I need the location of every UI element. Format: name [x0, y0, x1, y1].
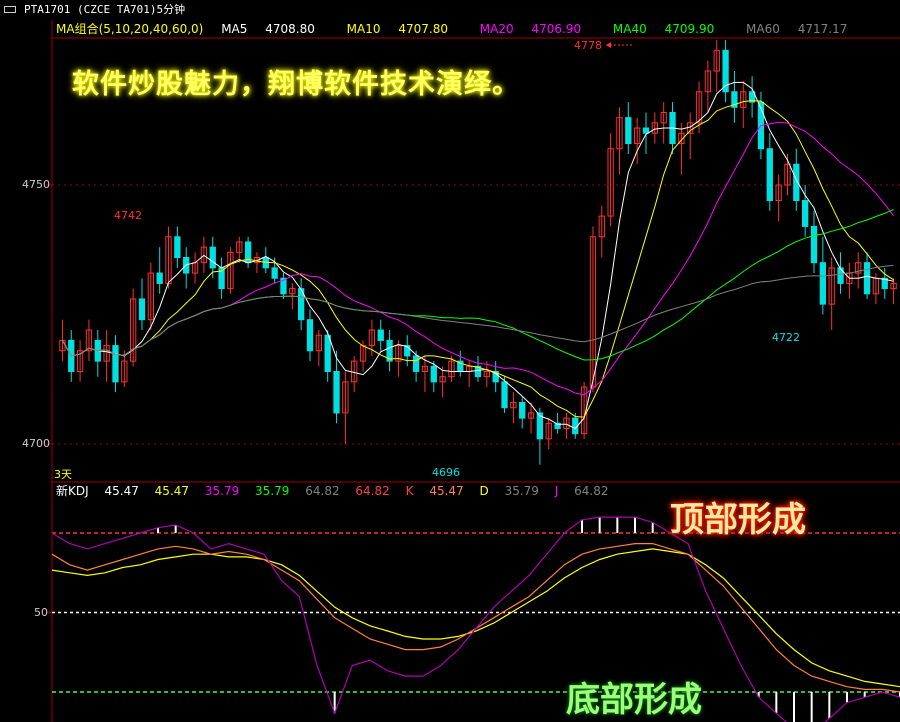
- candle-body: [271, 267, 278, 279]
- candle-body: [174, 236, 181, 259]
- high-left-label: 4742: [114, 209, 142, 222]
- kdj-d-line: [51, 548, 900, 688]
- high-arrow-head: [606, 42, 611, 48]
- low-right-label: 4722: [772, 331, 800, 344]
- candle-body: [156, 272, 163, 284]
- low-label: 4696: [432, 466, 460, 479]
- candle-body: [209, 246, 216, 269]
- ma60-line: [61, 264, 894, 357]
- high-label: 4778: [574, 39, 602, 52]
- candles: [59, 39, 897, 465]
- ma40-line: [61, 209, 894, 361]
- candle-body: [112, 345, 119, 383]
- top-formation-label: 顶部形成: [670, 500, 806, 540]
- candle-body: [810, 225, 818, 264]
- candle-body: [642, 127, 650, 134]
- candle-body: [430, 365, 437, 383]
- candle-body: [333, 370, 340, 414]
- candle-body: [377, 329, 384, 341]
- bottom-formation-label: 底部形成: [566, 680, 702, 720]
- candle-body: [519, 402, 526, 419]
- candle-body: [412, 355, 420, 372]
- candle-body: [766, 148, 773, 202]
- price-tick-4750: 4750: [22, 178, 50, 191]
- candle-body: [819, 262, 826, 305]
- candle-body: [138, 298, 146, 321]
- chart-canvas[interactable]: [0, 0, 900, 722]
- candle-body: [863, 262, 871, 295]
- candle-body: [802, 200, 809, 227]
- price-tick-4700: 4700: [22, 437, 50, 450]
- candle-body: [306, 319, 314, 352]
- promo-banner: 软件炒股魅力，翔博软件技术演绎。: [72, 69, 520, 100]
- candle-body: [501, 381, 508, 409]
- kdj-k-line: [51, 542, 900, 693]
- candle-body: [625, 117, 632, 145]
- kdj-tick-50: 50: [34, 606, 48, 619]
- period-label: 3天: [54, 468, 72, 481]
- chart-labels: [606, 42, 632, 48]
- candle-body: [324, 334, 331, 372]
- kdj-panel: [46, 516, 900, 722]
